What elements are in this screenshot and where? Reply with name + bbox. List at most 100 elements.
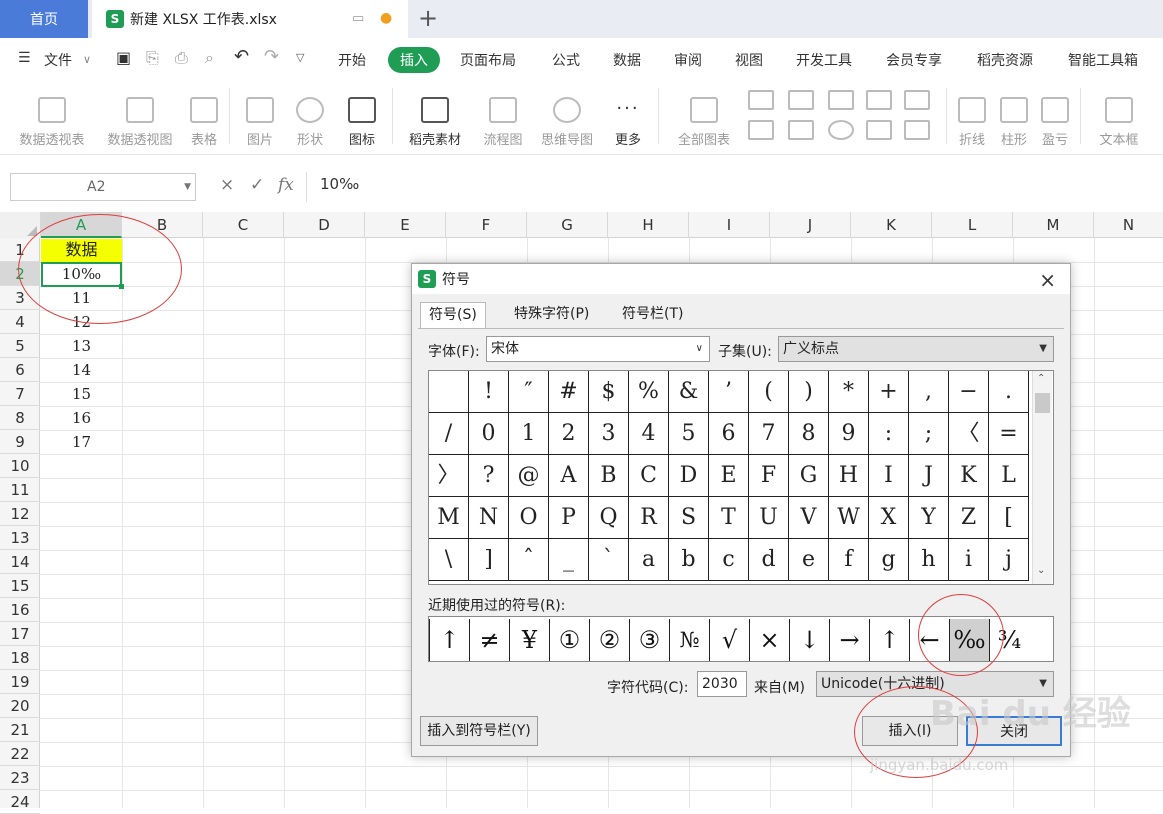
confirm-icon[interactable]: ✓: [250, 175, 264, 195]
char-code-input[interactable]: 2030: [697, 671, 747, 697]
symbol-cell[interactable]: 6: [709, 413, 749, 455]
symbol-cell[interactable]: [: [989, 497, 1029, 539]
symbol-cell[interactable]: ]: [469, 539, 509, 581]
menu-insert[interactable]: 插入: [388, 47, 440, 73]
chevron-down-icon[interactable]: ∨: [83, 53, 91, 66]
undo-icon[interactable]: ↶: [234, 46, 249, 67]
symbol-cell[interactable]: &: [669, 371, 709, 413]
recent-symbol[interactable]: ↑: [429, 619, 469, 661]
menu-formula[interactable]: 公式: [552, 50, 580, 70]
area-chart-icon[interactable]: [748, 120, 774, 140]
symbol-cell[interactable]: P: [549, 497, 589, 539]
menu-page-layout[interactable]: 页面布局: [460, 50, 516, 70]
symbol-cell[interactable]: K: [949, 455, 989, 497]
scatter-chart-icon[interactable]: [866, 120, 892, 140]
column-header-e[interactable]: E: [365, 212, 446, 238]
cell-a7[interactable]: 15: [41, 383, 122, 406]
docer-material-button[interactable]: 稻壳素材: [402, 82, 468, 148]
menu-member[interactable]: 会员专享: [886, 50, 942, 70]
save-icon[interactable]: ▣: [116, 48, 131, 67]
print-preview-icon[interactable]: ⌕: [205, 48, 214, 68]
column-header-h[interactable]: H: [608, 212, 689, 238]
symbol-cell[interactable]: D: [669, 455, 709, 497]
row-header[interactable]: 16: [0, 598, 40, 622]
symbol-cell[interactable]: Z: [949, 497, 989, 539]
menu-review[interactable]: 审阅: [674, 50, 702, 70]
hamburger-icon[interactable]: ☰: [18, 50, 31, 66]
column-header-n[interactable]: N: [1094, 212, 1163, 238]
symbol-cell[interactable]: `: [589, 539, 629, 581]
symbol-cell[interactable]: 3: [589, 413, 629, 455]
insert-to-symbol-bar-button[interactable]: 插入到符号栏(Y): [420, 716, 538, 746]
symbol-cell[interactable]: (: [749, 371, 789, 413]
symbol-cell[interactable]: N: [469, 497, 509, 539]
recent-symbol[interactable]: ①: [549, 619, 589, 661]
export-pdf-icon[interactable]: ⎘: [146, 48, 159, 68]
symbol-cell[interactable]: 8: [789, 413, 829, 455]
symbol-cell[interactable]: #: [549, 371, 589, 413]
menu-start[interactable]: 开始: [338, 50, 366, 70]
symbol-cell[interactable]: ;: [909, 413, 949, 455]
cell-a6[interactable]: 14: [41, 359, 122, 382]
symbol-cell[interactable]: B: [589, 455, 629, 497]
menu-developer[interactable]: 开发工具: [796, 50, 852, 70]
symbol-cell[interactable]: j: [989, 539, 1029, 581]
name-box[interactable]: A2 ▼: [10, 173, 196, 201]
symbol-cell[interactable]: 7: [749, 413, 789, 455]
row-header[interactable]: 11: [0, 478, 40, 502]
menu-data[interactable]: 数据: [613, 50, 641, 70]
column-header-c[interactable]: C: [203, 212, 284, 238]
symbol-cell[interactable]: $: [589, 371, 629, 413]
monitor-icon[interactable]: ▭: [352, 11, 364, 26]
pivot-table-button[interactable]: 数据透视表: [12, 82, 92, 148]
row-header[interactable]: 24: [0, 790, 40, 814]
row-header[interactable]: 10: [0, 454, 40, 478]
tab-home[interactable]: 首页: [0, 0, 88, 38]
symbol-grid-scrollbar[interactable]: ⌃ ⌄: [1032, 371, 1052, 584]
combo-chart-icon[interactable]: [788, 120, 814, 140]
sparkline-winloss-button[interactable]: 盈亏: [1037, 82, 1073, 148]
symbol-cell[interactable]: d: [749, 539, 789, 581]
symbol-cell[interactable]: h: [909, 539, 949, 581]
more-button[interactable]: ··· 更多: [606, 82, 650, 148]
symbol-cell[interactable]: i: [949, 539, 989, 581]
menu-docer[interactable]: 稻壳资源: [977, 50, 1033, 70]
formula-input[interactable]: 10‰: [320, 175, 359, 193]
symbol-cell[interactable]: Q: [589, 497, 629, 539]
symbol-cell[interactable]: M: [429, 497, 469, 539]
symbol-cell[interactable]: F: [749, 455, 789, 497]
row-header[interactable]: 6: [0, 358, 40, 382]
print-icon[interactable]: ⎙: [175, 48, 188, 68]
symbol-cell[interactable]: [429, 371, 469, 413]
mindmap-button[interactable]: 思维导图: [536, 82, 598, 148]
symbol-cell[interactable]: ): [789, 371, 829, 413]
symbol-cell[interactable]: 4: [629, 413, 669, 455]
symbol-cell[interactable]: Y: [909, 497, 949, 539]
row-header[interactable]: 5: [0, 334, 40, 358]
menu-view[interactable]: 视图: [735, 50, 763, 70]
symbol-cell[interactable]: O: [509, 497, 549, 539]
symbol-cell[interactable]: 9: [829, 413, 869, 455]
column-header-g[interactable]: G: [527, 212, 608, 238]
column-header-l[interactable]: L: [932, 212, 1013, 238]
symbol-cell[interactable]: X: [869, 497, 909, 539]
symbol-cell[interactable]: +: [869, 371, 909, 413]
symbol-cell[interactable]: T: [709, 497, 749, 539]
scroll-down-icon[interactable]: ⌄: [1037, 565, 1045, 576]
column-header-d[interactable]: D: [284, 212, 365, 238]
cancel-icon[interactable]: ×: [220, 175, 234, 195]
row-header[interactable]: 20: [0, 694, 40, 718]
recent-symbol[interactable]: ↑: [869, 619, 909, 661]
symbol-cell[interactable]: L: [989, 455, 1029, 497]
symbol-cell[interactable]: S: [669, 497, 709, 539]
symbol-cell[interactable]: C: [629, 455, 669, 497]
row-header[interactable]: 21: [0, 718, 40, 742]
picture-button[interactable]: 图片: [238, 82, 282, 148]
column-header-i[interactable]: I: [689, 212, 770, 238]
scrollbar-thumb[interactable]: [1035, 393, 1050, 413]
row-header[interactable]: 17: [0, 622, 40, 646]
symbol-cell[interactable]: G: [789, 455, 829, 497]
symbol-cell[interactable]: 2: [549, 413, 589, 455]
symbol-cell[interactable]: c: [709, 539, 749, 581]
recent-symbol[interactable]: →: [829, 619, 869, 661]
